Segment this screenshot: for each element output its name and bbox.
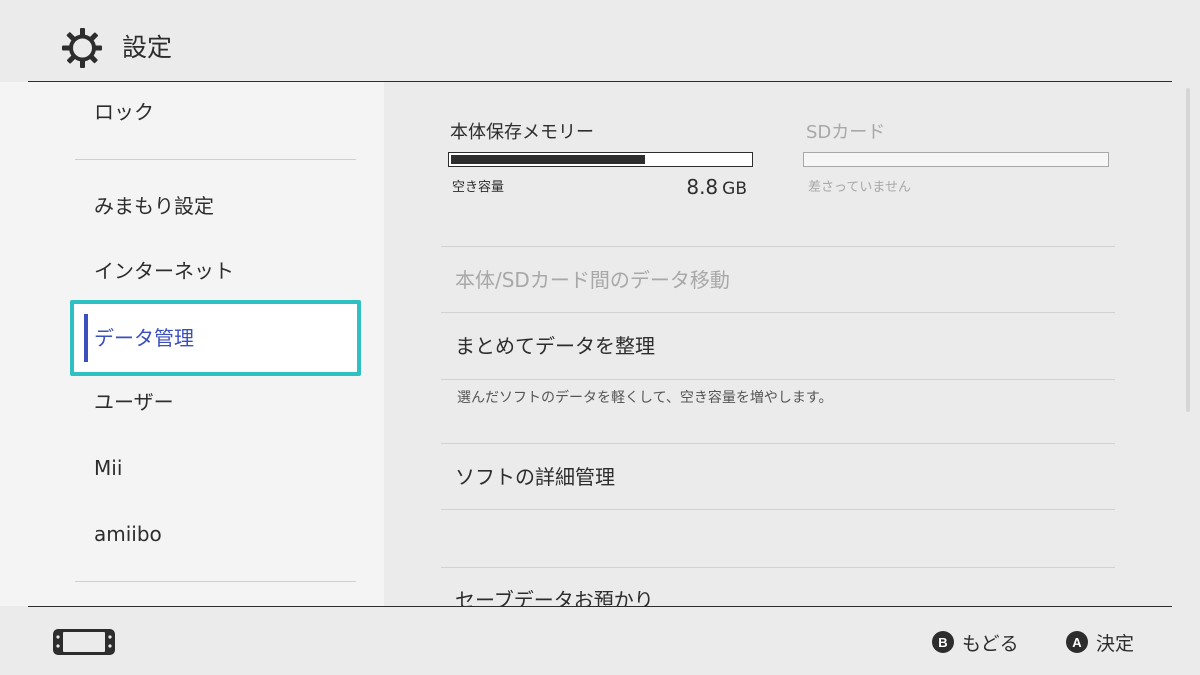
sidebar-item-users[interactable]: ユーザー [94, 387, 174, 417]
sidebar-item-label: データ管理 [94, 326, 194, 350]
b-button-icon: B [932, 631, 954, 653]
main-panel: 本体保存メモリー 空き容量 8.8 GB SDカード 差さっていません 本体/SD… [384, 82, 1200, 606]
system-memory-bar [448, 152, 753, 167]
footer: B もどる A 決定 [0, 607, 1200, 675]
move-data-item[interactable]: 本体/SDカード間のデータ移動 [455, 265, 730, 295]
menu-divider [441, 509, 1115, 510]
menu-divider [441, 312, 1115, 313]
system-memory-bar-fill [451, 155, 645, 164]
sidebar-item-data-management[interactable]: データ管理 [70, 300, 361, 376]
confirm-label: 決定 [1096, 632, 1135, 655]
free-space-number: 8.8 [686, 175, 719, 199]
save-data-cloud-item[interactable]: セーブデータお預かり [455, 585, 654, 606]
header: 設定 [0, 0, 1200, 82]
page-title: 設定 [122, 33, 173, 62]
scrollbar[interactable] [1186, 88, 1190, 412]
sd-card-title: SDカード [806, 122, 886, 143]
sidebar-item-lock[interactable]: ロック [94, 97, 154, 127]
sidebar: ロック みまもり設定 インターネット データ管理 ユーザー Mii amiibo [0, 82, 384, 606]
organize-data-item[interactable]: まとめてデータを整理 [455, 331, 655, 361]
sidebar-item-mii[interactable]: Mii [94, 453, 122, 483]
a-button-icon: A [1066, 631, 1088, 653]
sidebar-item-internet[interactable]: インターネット [94, 256, 234, 286]
sidebar-divider [75, 581, 356, 582]
back-hint[interactable]: B もどる [932, 629, 1019, 655]
system-memory-title: 本体保存メモリー [450, 122, 594, 143]
software-detail-item[interactable]: ソフトの詳細管理 [455, 462, 615, 492]
menu-divider [441, 246, 1115, 247]
free-space-value: 8.8 GB [686, 173, 747, 203]
menu-divider [441, 379, 1115, 380]
selection-indicator [84, 314, 88, 362]
menu-divider [441, 567, 1115, 568]
sd-card-status: 差さっていません [808, 180, 911, 195]
free-space-label: 空き容量 [452, 180, 505, 195]
sidebar-divider [75, 159, 356, 160]
sidebar-item-amiibo[interactable]: amiibo [94, 519, 162, 549]
sd-card-bar [803, 152, 1109, 167]
confirm-hint[interactable]: A 決定 [1066, 629, 1134, 655]
organize-data-description: 選んだソフトのデータを軽くして、空き容量を増やします。 [457, 390, 833, 406]
back-label: もどる [962, 632, 1019, 655]
handheld-console-icon [53, 629, 115, 655]
gear-icon [62, 28, 102, 68]
sidebar-item-parental-controls[interactable]: みまもり設定 [94, 191, 214, 221]
menu-divider [441, 443, 1115, 444]
free-space-unit: GB [722, 179, 747, 199]
